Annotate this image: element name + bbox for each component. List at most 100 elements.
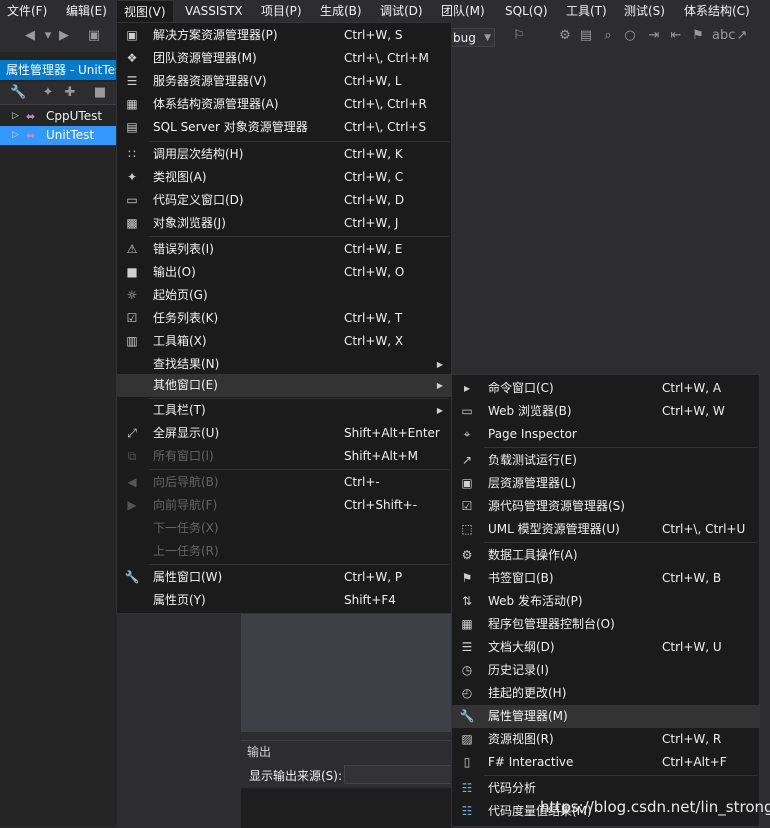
menu-item-other-windows[interactable]: 其他窗口(E) ▶ xyxy=(117,374,451,397)
tree-item-label: CppUTest xyxy=(46,109,103,123)
menu-edit[interactable]: 编辑(E) xyxy=(59,0,114,23)
menu-item-next-task[interactable]: 下一任务(X) xyxy=(117,517,451,540)
menu-architecture[interactable]: 体系结构(C) xyxy=(677,0,757,23)
menu-build[interactable]: 生成(B) xyxy=(313,0,369,23)
menu-item-page-inspector[interactable]: ⌖ Page Inspector xyxy=(452,423,759,446)
menu-item-solution-explorer[interactable]: ▣ 解决方案资源管理器(P) Ctrl+W, S xyxy=(117,24,451,47)
menu-item-code-definition[interactable]: ▭ 代码定义窗口(D) Ctrl+W, D xyxy=(117,189,451,212)
project-icon: ⬌ xyxy=(26,129,36,142)
menu-item-properties-window[interactable]: 🔧 属性窗口(W) Ctrl+W, P xyxy=(117,566,451,589)
output-text-area[interactable] xyxy=(241,788,453,828)
menu-item-object-browser[interactable]: ▩ 对象浏览器(J) Ctrl+W, J xyxy=(117,212,451,235)
code-metrics-icon: ☷ xyxy=(461,804,473,818)
search-icon[interactable]: ○ xyxy=(622,28,638,44)
menu-sql[interactable]: SQL(Q) xyxy=(498,0,555,23)
menu-item-output[interactable]: ■ 输出(O) Ctrl+W, O xyxy=(117,261,451,284)
command-window-icon: ▸ xyxy=(463,381,471,395)
expand-arrow-icon[interactable]: ▷ xyxy=(12,107,19,126)
find-icon[interactable]: ⌕ xyxy=(600,28,616,44)
menu-item-resource-view[interactable]: ▨ 资源视图(R) Ctrl+W, R xyxy=(452,728,759,751)
menu-item-class-view[interactable]: ✦ 类视图(A) Ctrl+W, C xyxy=(117,166,451,189)
outdent-icon[interactable]: ⇤ xyxy=(668,28,684,44)
tree-item-unittest[interactable]: ▷ ⬌ UnitTest xyxy=(0,126,117,145)
menu-item-history[interactable]: ◷ 历史记录(I) xyxy=(452,659,759,682)
solution-configuration-combo[interactable]: bug ▼ xyxy=(449,28,495,47)
menu-debug[interactable]: 调试(D) xyxy=(373,0,430,23)
menu-item-pending-changes[interactable]: ◴ 挂起的更改(H) xyxy=(452,682,759,705)
navigate-forward-icon[interactable]: ▶ xyxy=(56,28,72,44)
menu-item-architecture-explorer[interactable]: ▦ 体系结构资源管理器(A) Ctrl+\, Ctrl+R xyxy=(117,93,451,116)
menu-item-document-outline[interactable]: ☰ 文档大纲(D) Ctrl+W, U xyxy=(452,636,759,659)
wrench-icon[interactable]: 🔧 xyxy=(10,85,26,101)
menu-item-source-control-explorer[interactable]: ☑ 源代码管理资源管理器(S) xyxy=(452,495,759,518)
configuration-value: bug xyxy=(453,31,476,45)
web-publish-icon: ⇅ xyxy=(461,594,473,608)
chevron-down-icon: ▼ xyxy=(484,33,491,43)
full-screen-icon: ⤢ xyxy=(127,426,137,440)
menu-item-toolbox[interactable]: ▥ 工具箱(X) Ctrl+W, X xyxy=(117,330,451,353)
menu-tools[interactable]: 工具(T) xyxy=(559,0,614,23)
resource-view-icon: ▨ xyxy=(461,732,473,746)
menu-separator xyxy=(149,236,449,237)
new-project-icon[interactable]: ▣ xyxy=(86,28,102,44)
spell-check-icon[interactable]: abc xyxy=(712,28,735,44)
menu-item-task-list[interactable]: ☑ 任务列表(K) Ctrl+W, T xyxy=(117,307,451,330)
folder-icon[interactable]: ▤ xyxy=(578,28,594,44)
menu-item-code-analysis[interactable]: ☷ 代码分析 xyxy=(452,777,759,800)
menu-item-server-explorer[interactable]: ☰ 服务器资源管理器(V) Ctrl+W, L xyxy=(117,70,451,93)
menu-item-uml-model-explorer[interactable]: ⬚ UML 模型资源管理器(U) Ctrl+\, Ctrl+U xyxy=(452,518,759,541)
save-icon[interactable]: ■ xyxy=(92,85,108,101)
menu-test[interactable]: 测试(S) xyxy=(617,0,672,23)
menu-item-sql-server-explorer[interactable]: ▤ SQL Server 对象资源管理器 Ctrl+\, Ctrl+S xyxy=(117,116,451,139)
menu-separator xyxy=(149,469,449,470)
menu-item-web-publish-activity[interactable]: ⇅ Web 发布活动(P) xyxy=(452,590,759,613)
export-icon[interactable]: ↗ xyxy=(734,28,750,44)
menu-item-layer-explorer[interactable]: ▣ 层资源管理器(L) xyxy=(452,472,759,495)
menu-item-team-explorer[interactable]: ❖ 团队资源管理器(M) Ctrl+\, Ctrl+M xyxy=(117,47,451,70)
menu-item-previous-task[interactable]: 上一任务(R) xyxy=(117,540,451,563)
menu-separator xyxy=(149,564,449,565)
task-list-icon: ☑ xyxy=(126,311,138,325)
package-manager-icon: ▦ xyxy=(461,617,473,631)
menu-item-load-test-run[interactable]: ↗ 负载测试运行(E) xyxy=(452,449,759,472)
menu-project[interactable]: 项目(P) xyxy=(254,0,309,23)
menu-item-all-windows[interactable]: ⧉ 所有窗口(l) Shift+Alt+M xyxy=(117,445,451,468)
menu-item-web-browser[interactable]: ▭ Web 浏览器(B) Ctrl+W, W xyxy=(452,400,759,423)
attach-icon[interactable]: ⚐ xyxy=(511,28,527,44)
add-property-sheet-icon[interactable]: ✦ xyxy=(40,85,56,101)
dropdown-arrow-icon[interactable]: ▾ xyxy=(40,28,56,44)
architecture-explorer-icon: ▦ xyxy=(126,97,138,111)
indent-icon[interactable]: ⇥ xyxy=(646,28,662,44)
menu-vassistx[interactable]: VASSISTX xyxy=(178,0,250,23)
menu-item-error-list[interactable]: ⚠ 错误列表(I) Ctrl+W, E xyxy=(117,238,451,261)
expand-arrow-icon[interactable]: ▷ xyxy=(12,126,19,145)
add-new-sheet-icon[interactable]: ✚ xyxy=(62,85,78,101)
menu-item-navigate-forward[interactable]: ▶ 向前导航(F) Ctrl+Shift+- xyxy=(117,494,451,517)
menu-item-property-pages[interactable]: 属性页(Y) Shift+F4 xyxy=(117,589,451,612)
menu-item-property-manager[interactable]: 🔧 属性管理器(M) xyxy=(452,705,759,728)
navigate-back-icon: ◀ xyxy=(127,475,137,489)
menu-item-command-window[interactable]: ▸ 命令窗口(C) Ctrl+W, A xyxy=(452,377,759,400)
menu-item-fsharp-interactive[interactable]: ▯ F# Interactive Ctrl+Alt+F xyxy=(452,751,759,774)
document-outline-icon: ☰ xyxy=(461,640,473,654)
tree-item-cpputest[interactable]: ▷ ⬌ CppUTest xyxy=(0,107,117,126)
build-icon[interactable]: ⚙ xyxy=(557,28,573,44)
menu-item-data-tools-operations[interactable]: ⚙ 数据工具操作(A) xyxy=(452,544,759,567)
bookmark-toggle-icon[interactable]: ⚑ xyxy=(690,28,706,44)
menu-item-toolbars[interactable]: 工具栏(T) ▶ xyxy=(117,399,451,422)
menu-item-start-page[interactable]: ☼ 起始页(G) xyxy=(117,284,451,307)
menu-item-bookmark-window[interactable]: ⚑ 书签窗口(B) Ctrl+W, B xyxy=(452,567,759,590)
page-inspector-icon: ⌖ xyxy=(463,427,471,441)
bookmark-icon: ⚑ xyxy=(461,571,473,585)
output-source-combo[interactable] xyxy=(344,765,453,784)
menu-item-navigate-back[interactable]: ◀ 向后导航(B) Ctrl+- xyxy=(117,471,451,494)
menu-file[interactable]: 文件(F) xyxy=(0,0,54,23)
menu-item-call-hierarchy[interactable]: ∷ 调用层次结构(H) Ctrl+W, K xyxy=(117,143,451,166)
menu-item-find-results[interactable]: 查找结果(N) ▶ xyxy=(117,353,451,376)
navigate-back-icon[interactable]: ◀ xyxy=(22,28,38,44)
menu-item-full-screen[interactable]: ⤢ 全屏显示(U) Shift+Alt+Enter xyxy=(117,422,451,445)
menu-team[interactable]: 团队(M) xyxy=(434,0,492,23)
menu-view[interactable]: 视图(V) xyxy=(116,0,174,23)
menu-item-package-manager-console[interactable]: ▦ 程序包管理器控制台(O) xyxy=(452,613,759,636)
panel-title[interactable]: 属性管理器 - UnitTest xyxy=(0,60,117,80)
